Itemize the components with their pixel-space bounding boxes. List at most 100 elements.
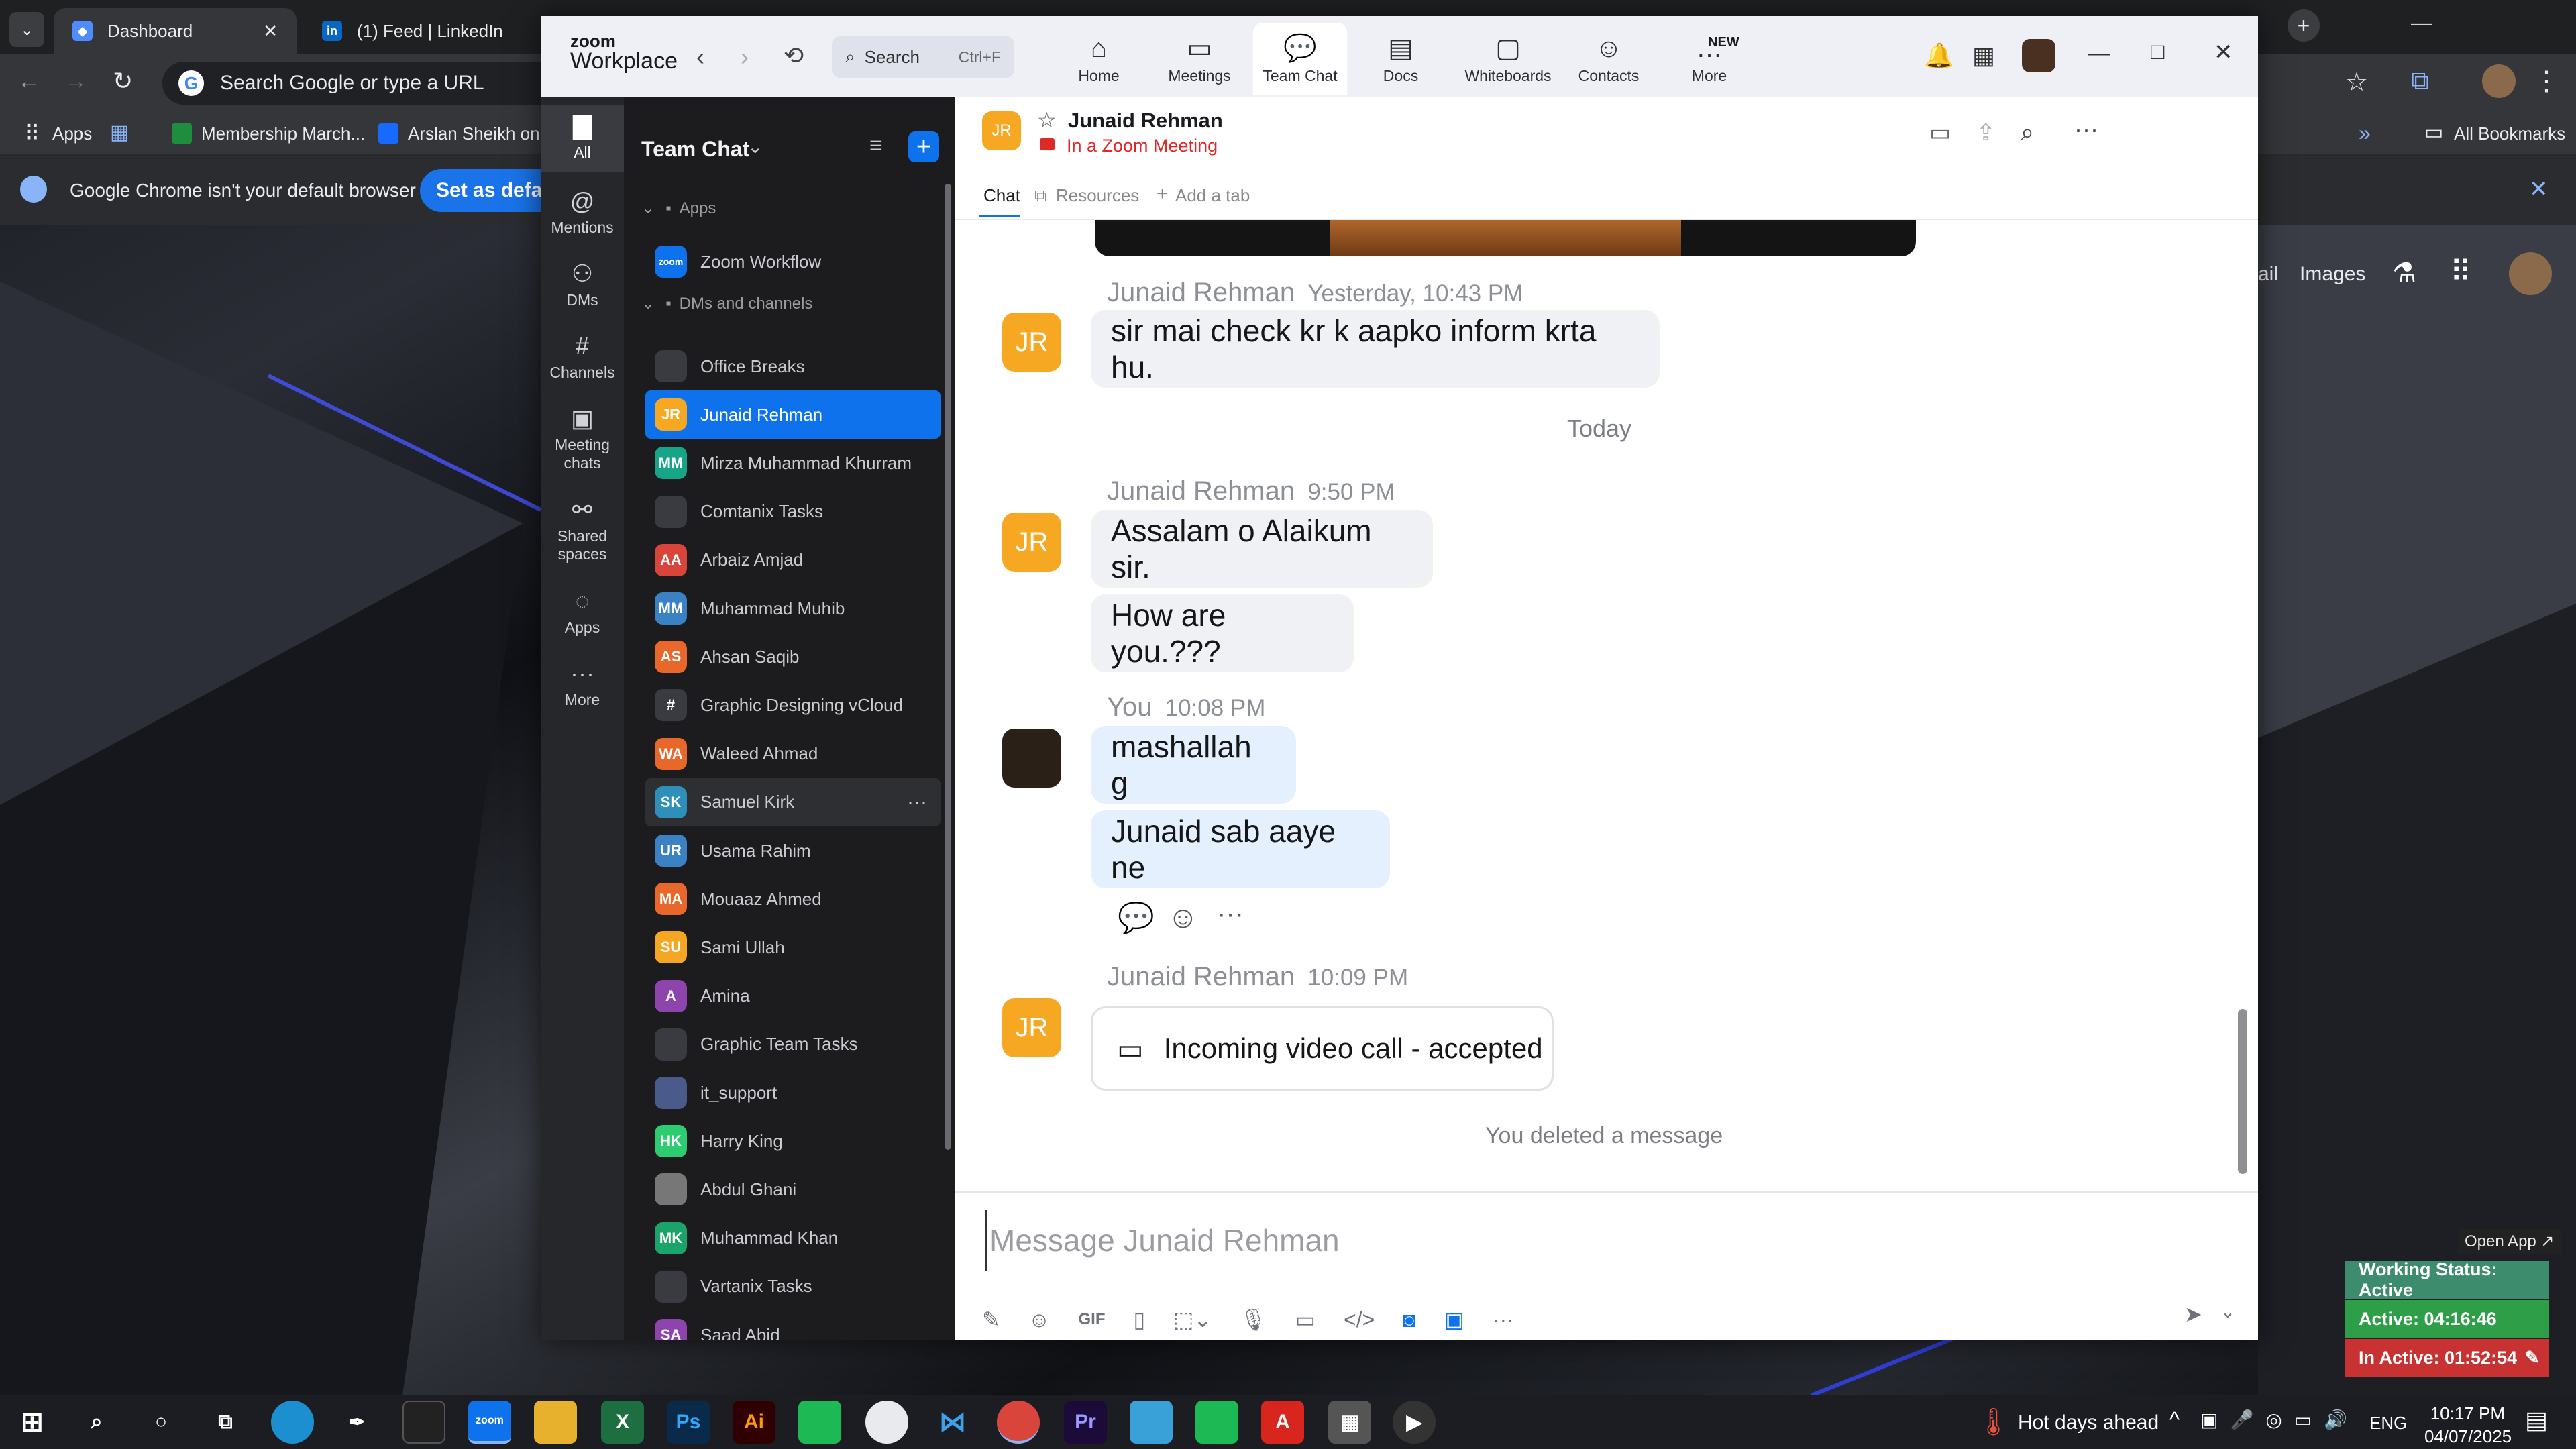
dropdown-chevron-icon[interactable]: ⌄ — [747, 136, 763, 158]
reply-icon[interactable]: 💬 — [1118, 900, 1155, 935]
pencil-icon[interactable]: ✎ — [2524, 1348, 2540, 1368]
contact-item[interactable]: UR Usama Rahim — [645, 826, 941, 875]
browser-tab-linkedin[interactable]: in (1) Feed | LinkedIn — [303, 8, 541, 54]
reload-icon[interactable]: ↻ — [113, 67, 133, 95]
share-screen-icon[interactable]: ⇪ — [1976, 119, 1996, 146]
rail-shared-spaces[interactable]: ⚯ Shared spaces — [541, 496, 624, 564]
set-default-button[interactable]: Set as default — [420, 169, 541, 212]
bookmark-apps[interactable]: Apps — [52, 123, 92, 144]
video-thumbnail[interactable] — [1095, 220, 1916, 256]
emoji-icon[interactable]: ☺ — [1028, 1307, 1051, 1332]
section-apps[interactable]: ⌄ ▪ Apps — [641, 199, 716, 218]
illustrator-icon[interactable]: Ai — [733, 1401, 775, 1444]
zoom-taskbar-icon[interactable]: zoom — [468, 1401, 511, 1444]
new-chat-button[interactable]: + — [908, 131, 939, 162]
add-reaction-icon[interactable]: ☺ — [1167, 899, 1199, 935]
excel-icon[interactable]: X — [601, 1401, 644, 1444]
app-2-icon[interactable]: ▣ — [1444, 1307, 1464, 1332]
add-tab-icon[interactable]: + — [1157, 182, 1169, 205]
premiere-icon[interactable]: Pr — [1064, 1401, 1107, 1444]
microphone-icon[interactable]: 🎙 — [1240, 1307, 1267, 1332]
google-gmail-link[interactable]: ail — [2258, 263, 2278, 286]
call-card[interactable]: ▭ Incoming video call - accepted — [1091, 1006, 1554, 1091]
contact-item[interactable]: WA Waleed Ahmad — [645, 730, 941, 778]
vscode-icon[interactable]: ⋈ — [931, 1401, 974, 1444]
media-player-icon[interactable]: ▶ — [1393, 1401, 1436, 1444]
rail-more[interactable]: ··· More — [541, 660, 624, 709]
bookmark-arslan[interactable]: Arslan Sheikh on B — [408, 123, 541, 144]
contact-item[interactable]: SA Saad Abid — [645, 1311, 941, 1340]
app-1-icon[interactable]: ◙ — [1403, 1307, 1415, 1332]
labs-flask-icon[interactable]: ⚗ — [2392, 258, 2416, 288]
send-icon[interactable]: ➤ — [2184, 1301, 2202, 1327]
profile-avatar[interactable] — [2482, 64, 2516, 98]
chrome-icon[interactable] — [865, 1401, 908, 1444]
contact-item[interactable]: Office Breaks — [645, 342, 941, 390]
code-icon[interactable]: </> — [1344, 1307, 1375, 1332]
nav-docs[interactable]: ▤ Docs — [1354, 23, 1448, 95]
gif-icon[interactable]: GIF — [1078, 1310, 1105, 1329]
contact-item[interactable]: it_support — [645, 1069, 941, 1117]
chat-search-icon[interactable]: ⌕ — [2021, 118, 2034, 147]
grid-icon[interactable]: ▦ — [110, 121, 129, 144]
chat-more-icon[interactable]: ··· — [2074, 115, 2098, 144]
green-app-2-icon[interactable] — [1195, 1401, 1238, 1444]
google-images-link[interactable]: Images — [2300, 263, 2365, 286]
screenshot-icon[interactable]: ⬚⌄ — [1173, 1307, 1212, 1332]
rail-meeting-chats[interactable]: ▣ Meeting chats — [541, 405, 624, 472]
more-bookmarks-icon[interactable]: » — [2359, 121, 2371, 146]
notifications-icon[interactable]: ▤ — [2525, 1406, 2548, 1434]
file-explorer-icon[interactable] — [534, 1401, 577, 1444]
photoshop-icon[interactable]: Ps — [667, 1401, 710, 1444]
bookmark-star-icon[interactable]: ☆ — [2345, 67, 2368, 97]
window-close-icon[interactable]: ✕ — [2214, 39, 2233, 66]
contact-item[interactable]: # Graphic Designing vCloud — [645, 681, 941, 729]
nav-more[interactable]: … More — [1662, 23, 1756, 95]
contact-item[interactable]: MM Muhammad Muhib — [645, 584, 941, 633]
address-bar[interactable]: G Search Google or type a URL — [162, 62, 565, 105]
search-box[interactable]: ⌕ Search Ctrl+F — [832, 36, 1014, 78]
calendar-icon[interactable]: ▦ — [1972, 42, 1995, 70]
window-maximize-icon[interactable]: □ — [2151, 39, 2165, 65]
video-message-icon[interactable]: ▭ — [1295, 1307, 1316, 1332]
user-avatar[interactable] — [2022, 39, 2055, 72]
contact-item[interactable]: AS Ahsan Saqib — [645, 633, 941, 681]
rail-mentions[interactable]: @ Mentions — [541, 188, 624, 237]
composer-more-icon[interactable]: ··· — [1493, 1307, 1514, 1332]
google-apps-icon[interactable]: ⠿ — [2450, 255, 2471, 289]
video-call-icon[interactable]: ▭ — [1929, 119, 1951, 146]
green-app-icon[interactable] — [798, 1401, 841, 1444]
history-icon[interactable]: ⟲ — [784, 42, 804, 70]
nav-team-chat[interactable]: 💬 Team Chat — [1253, 23, 1347, 95]
terminal-icon[interactable] — [402, 1401, 445, 1444]
close-infobar-icon[interactable]: ✕ — [2529, 176, 2548, 203]
calculator-icon[interactable]: ▦ — [1328, 1401, 1371, 1444]
contact-item[interactable]: Vartanix Tasks — [645, 1263, 941, 1311]
extensions-icon[interactable]: ⧉ — [2411, 67, 2429, 96]
send-options-chevron-icon[interactable]: ⌄ — [2220, 1301, 2235, 1322]
bookmark-membership[interactable]: Membership March... — [201, 123, 365, 144]
tab-resources[interactable]: Resources — [1056, 185, 1139, 206]
bell-icon[interactable]: 🔔 — [1924, 42, 1954, 70]
rail-channels[interactable]: # Channels — [541, 333, 624, 382]
nav-meetings[interactable]: ▭ Meetings — [1152, 23, 1246, 95]
window-minimize-icon[interactable]: — — [2088, 40, 2110, 66]
contact-more-icon[interactable]: ··· — [907, 791, 927, 814]
minimize-browser-icon[interactable]: — — [2411, 11, 2432, 36]
tray-icons[interactable]: ▣🎤◎▭🔊 — [2200, 1409, 2359, 1431]
forward-arrow-icon[interactable]: › — [741, 43, 749, 71]
blue-app-icon[interactable] — [1130, 1401, 1173, 1444]
rail-dms[interactable]: ⚇ DMs — [541, 260, 624, 309]
contact-item[interactable]: MK Muhammad Khan — [645, 1214, 941, 1263]
new-tab-icon[interactable]: + — [2288, 9, 2320, 42]
tab-add[interactable]: Add a tab — [1175, 185, 1250, 206]
message-more-icon[interactable]: ··· — [1217, 899, 1244, 929]
contact-item[interactable]: SU Sami Ullah — [645, 923, 941, 971]
chrome-2-icon[interactable] — [997, 1401, 1040, 1444]
contact-item[interactable]: HK Harry King — [645, 1117, 941, 1165]
file-icon[interactable]: ▯ — [1133, 1307, 1145, 1332]
contact-item[interactable]: MM Mirza Muhammad Khurram — [645, 439, 941, 487]
contact-item[interactable]: Abdul Ghani — [645, 1165, 941, 1214]
app-zoom-workflow[interactable]: zoom Zoom Workflow — [645, 237, 941, 286]
contact-item[interactable]: AA Arbaiz Amjad — [645, 536, 941, 584]
